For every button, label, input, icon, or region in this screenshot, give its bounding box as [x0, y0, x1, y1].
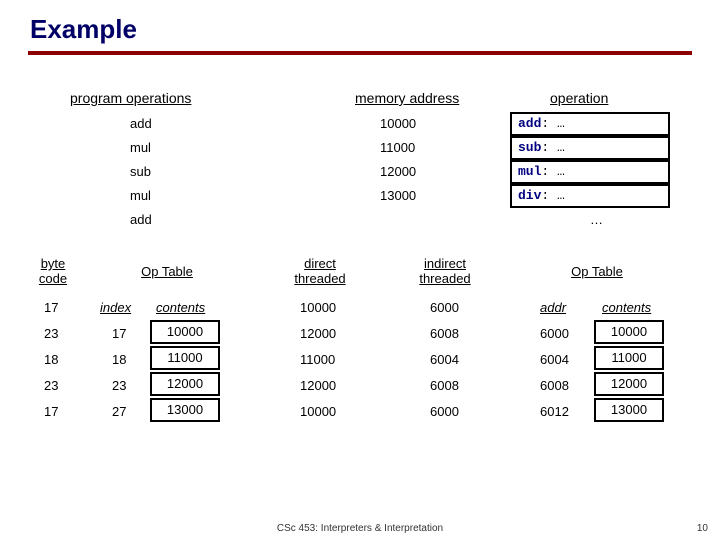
- subheader-addr: addr: [540, 300, 566, 315]
- mem-addr-1: 11000: [380, 140, 415, 155]
- footer-page-number: 10: [697, 523, 708, 534]
- optl-contents-0: 10000: [150, 320, 220, 344]
- optr-addr-3: 6012: [540, 404, 569, 419]
- op-box-1: sub: …: [510, 136, 670, 160]
- bytecode-3: 23: [44, 378, 58, 393]
- indirect-2: 6004: [430, 352, 459, 367]
- optl-index-0: 17: [112, 326, 126, 341]
- mem-addr-0: 10000: [380, 116, 416, 131]
- header-memory-address: memory address: [355, 90, 459, 106]
- prog-op-2: sub: [130, 164, 151, 179]
- prog-op-0: add: [130, 116, 152, 131]
- bytecode-2: 18: [44, 352, 58, 367]
- subheader-contents-left: contents: [156, 300, 205, 315]
- header-byte-code: byte code: [28, 256, 78, 286]
- subheader-index: index: [100, 300, 131, 315]
- prog-op-4: add: [130, 212, 152, 227]
- header-indirect-threaded: indirect threaded: [405, 256, 485, 286]
- bytecode-0: 17: [44, 300, 58, 315]
- prog-op-3: mul: [130, 188, 151, 203]
- optl-contents-2: 12000: [150, 372, 220, 396]
- prog-op-1: mul: [130, 140, 151, 155]
- header-operation: operation: [550, 90, 608, 106]
- subheader-contents-right: contents: [602, 300, 651, 315]
- header-op-table-right: Op Table: [552, 264, 642, 279]
- direct-2: 11000: [300, 352, 335, 367]
- footer-center: CSc 453: Interpreters & Interpretation: [0, 523, 720, 534]
- header-op-table-left: Op Table: [122, 264, 212, 279]
- optr-contents-1: 11000: [594, 346, 664, 370]
- optl-contents-1: 11000: [150, 346, 220, 370]
- optr-contents-3: 13000: [594, 398, 664, 422]
- header-direct-threaded: direct threaded: [280, 256, 360, 286]
- direct-0: 10000: [300, 300, 336, 315]
- title-underline: [28, 51, 692, 55]
- indirect-1: 6008: [430, 326, 459, 341]
- slide-title: Example: [0, 0, 720, 49]
- direct-4: 10000: [300, 404, 336, 419]
- op-box-2: mul: …: [510, 160, 670, 184]
- optr-contents-2: 12000: [594, 372, 664, 396]
- optr-addr-0: 6000: [540, 326, 569, 341]
- mem-addr-2: 12000: [380, 164, 416, 179]
- mem-addr-3: 13000: [380, 188, 416, 203]
- optl-contents-3: 13000: [150, 398, 220, 422]
- direct-1: 12000: [300, 326, 336, 341]
- indirect-4: 6000: [430, 404, 459, 419]
- direct-3: 12000: [300, 378, 336, 393]
- optr-contents-0: 10000: [594, 320, 664, 344]
- bytecode-4: 17: [44, 404, 58, 419]
- indirect-3: 6008: [430, 378, 459, 393]
- optl-index-1: 18: [112, 352, 126, 367]
- bytecode-1: 23: [44, 326, 58, 341]
- indirect-0: 6000: [430, 300, 459, 315]
- op-box-0: add: …: [510, 112, 670, 136]
- optr-addr-2: 6008: [540, 378, 569, 393]
- op-box-3: div: …: [510, 184, 670, 208]
- header-program-operations: program operations: [70, 90, 191, 106]
- optl-index-2: 23: [112, 378, 126, 393]
- op-trailing: …: [590, 212, 603, 227]
- optr-addr-1: 6004: [540, 352, 569, 367]
- optl-index-3: 27: [112, 404, 126, 419]
